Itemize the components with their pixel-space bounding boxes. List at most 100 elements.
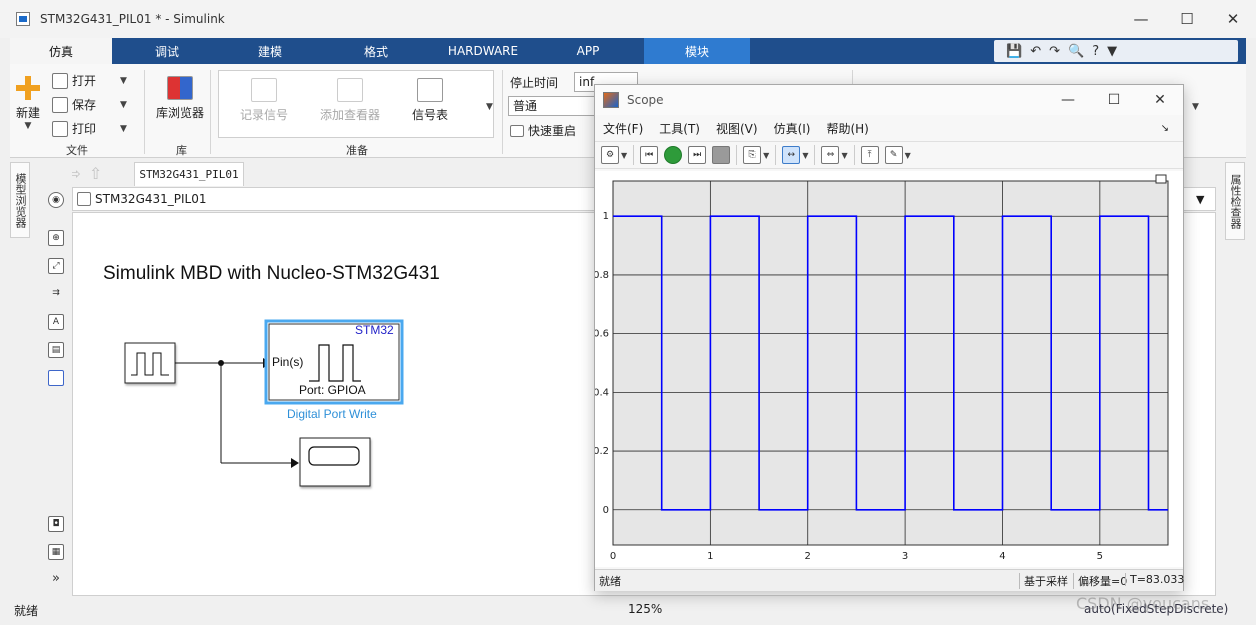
scope-maximize-button[interactable]: ☐ xyxy=(1091,85,1137,115)
step-back-icon[interactable]: ⏮ xyxy=(640,146,659,164)
breadcrumb-model[interactable]: STM32G431_PIL01 xyxy=(95,192,207,206)
stop-icon[interactable] xyxy=(712,146,731,164)
triggers-icon[interactable]: ⤒ xyxy=(860,146,879,164)
tab-simulation[interactable]: 仿真 xyxy=(10,38,112,64)
zoom-icon[interactable]: ⊕ xyxy=(48,230,64,246)
zoom-x-icon[interactable]: ↔ xyxy=(782,146,801,164)
maximize-button[interactable]: ☐ xyxy=(1164,0,1210,38)
section-prepare: 准备 xyxy=(346,144,368,157)
search-icon[interactable]: 🔍 xyxy=(1068,44,1084,59)
new-plus-icon xyxy=(16,76,40,100)
scope-menu-view[interactable]: 视图(V) xyxy=(716,120,758,137)
library-browser-icon xyxy=(167,76,193,100)
simulation-mode-select[interactable]: 普通 xyxy=(508,96,598,116)
scope-menu-help[interactable]: 帮助(H) xyxy=(826,120,868,137)
tab-format[interactable]: 格式 xyxy=(318,38,434,64)
model-diagram xyxy=(124,319,404,487)
model-icon xyxy=(77,192,91,206)
scope-menu-tools[interactable]: 工具(T) xyxy=(659,120,700,137)
section-library: 库 xyxy=(176,144,187,157)
new-button[interactable]: 新建 ▼ xyxy=(16,76,40,131)
signal-table-button[interactable]: 信号表 xyxy=(412,78,448,123)
save-button[interactable]: 保存 ▼ xyxy=(52,96,127,113)
scope-close-button[interactable]: ✕ xyxy=(1137,85,1183,115)
hide-explorer-icon[interactable]: ◉ xyxy=(48,192,64,208)
x-tick-label: 0 xyxy=(610,551,616,562)
scope-menu-simulation[interactable]: 仿真(I) xyxy=(774,120,811,137)
scope-title-bar: Scope — ☐ ✕ xyxy=(595,85,1183,115)
scope-minimize-button[interactable]: — xyxy=(1045,85,1091,115)
property-inspector-tab[interactable]: 属性检查器 xyxy=(1225,162,1245,240)
expand-icon[interactable]: » xyxy=(48,572,64,588)
x-tick-label: 1 xyxy=(707,551,713,562)
dock-icon[interactable]: ↘ xyxy=(1161,123,1169,134)
tab-block[interactable]: 模块 xyxy=(644,38,750,64)
model-tab[interactable]: STM32G431_PIL01 xyxy=(134,162,244,186)
step-forward-icon[interactable]: ⏭ xyxy=(688,146,707,164)
stm32-block-corner-label: STM32 xyxy=(355,323,394,337)
scope-window: Scope — ☐ ✕ 文件(F) 工具(T) 视图(V) 仿真(I) 帮助(H… xyxy=(593,84,1184,591)
arrow-icon[interactable]: ⇉ xyxy=(48,286,64,302)
fast-restart-toggle[interactable]: 快速重启 xyxy=(510,122,576,139)
ribbon-more-icon[interactable]: ▼ xyxy=(1192,102,1199,112)
tab-modeling[interactable]: 建模 xyxy=(222,38,318,64)
up-arrow-icon[interactable]: ⇧ xyxy=(89,164,102,183)
close-button[interactable]: ✕ xyxy=(1210,0,1256,38)
library-browser-button[interactable]: 库浏览器 xyxy=(156,76,204,121)
scope-status-sample: 基于采样 xyxy=(1019,573,1068,589)
highlight-block-icon[interactable]: ⎘ xyxy=(743,146,762,164)
settings-gear-icon[interactable]: ⚙ xyxy=(601,146,619,164)
expand-axes-icon xyxy=(1155,174,1167,184)
scope-title: Scope xyxy=(627,93,664,107)
redo-icon[interactable]: ↷ xyxy=(1049,44,1060,59)
scope-chart[interactable]: 0 1 2 3 4 5 0 0.2 0.4 0.6 0.8 1 xyxy=(593,171,1183,567)
breadcrumb-dropdown-icon[interactable]: ▼ xyxy=(1196,193,1204,206)
new-label: 新建 xyxy=(16,106,41,120)
camera-icon[interactable]: ◘ xyxy=(48,516,64,532)
status-bar: 就绪 125% auto(FixedStepDiscrete) CSDN @yo… xyxy=(0,594,1256,625)
collapse-ribbon-icon[interactable]: ▼ xyxy=(1107,44,1117,59)
watermark: CSDN @youcans_ xyxy=(1076,594,1218,613)
block-name-digital-port-write[interactable]: Digital Port Write xyxy=(287,407,377,421)
fit-to-view-icon[interactable]: ⤢ xyxy=(48,258,64,274)
scope-menu-file[interactable]: 文件(F) xyxy=(603,120,643,137)
run-icon[interactable] xyxy=(664,146,683,164)
fast-restart-icon xyxy=(510,124,524,137)
window-title: STM32G431_PIL01 * - Simulink xyxy=(40,12,225,26)
tab-debug[interactable]: 调试 xyxy=(112,38,222,64)
area-icon[interactable] xyxy=(48,370,64,386)
scope-status-ready: 就绪 xyxy=(599,575,621,588)
annotation-icon[interactable]: A xyxy=(48,314,64,330)
help-icon[interactable]: ? xyxy=(1092,44,1099,59)
y-tick-label: 0.2 xyxy=(595,446,609,457)
printer-icon xyxy=(52,120,68,137)
navigation-row: ⇦ ⇨ ⇧ xyxy=(38,160,598,186)
folder-icon xyxy=(52,72,68,89)
scope-block[interactable] xyxy=(299,437,371,487)
pulse-generator-block[interactable] xyxy=(124,342,176,384)
wifi-icon xyxy=(251,78,277,102)
tab-hardware[interactable]: HARDWARE xyxy=(434,38,532,64)
status-ready: 就绪 xyxy=(14,604,39,618)
image-icon[interactable]: ▤ xyxy=(48,342,64,358)
zoom-level[interactable]: 125% xyxy=(628,602,662,616)
gallery-expand-icon[interactable]: ▼ xyxy=(486,102,493,112)
model-browser-tab[interactable]: 模型浏览器 xyxy=(10,162,30,238)
x-tick-label: 5 xyxy=(1097,551,1103,562)
fast-restart-label: 快速重启 xyxy=(528,124,577,138)
add-viewer-button[interactable]: 添加查看器 xyxy=(320,78,380,123)
scale-axes-icon[interactable]: ⇔ xyxy=(821,146,840,164)
log-signals-button[interactable]: 记录信号 xyxy=(240,78,288,123)
tab-app[interactable]: APP xyxy=(532,38,644,64)
property-icon[interactable]: ▦ xyxy=(48,544,64,560)
cursor-measure-icon[interactable]: ✎ xyxy=(884,146,903,164)
print-button[interactable]: 打印 ▼ xyxy=(52,120,127,137)
open-button[interactable]: 打开 ▼ xyxy=(52,72,127,89)
undo-icon[interactable]: ↶ xyxy=(1030,44,1041,59)
minimize-button[interactable]: — xyxy=(1118,0,1164,38)
library-browser-label: 库浏览器 xyxy=(156,106,205,120)
scope-toolbar: ⚙ ▼ ⏮ ⏭ ⎘ ▼ ↔ ▼ ⇔ ▼ ⤒ ✎ ▼ xyxy=(595,141,1183,169)
scope-status-offset: 偏移量=0 xyxy=(1073,573,1127,589)
title-bar: STM32G431_PIL01 * - Simulink — ☐ ✕ xyxy=(0,0,1256,38)
save-icon[interactable]: 💾 xyxy=(1006,44,1022,59)
